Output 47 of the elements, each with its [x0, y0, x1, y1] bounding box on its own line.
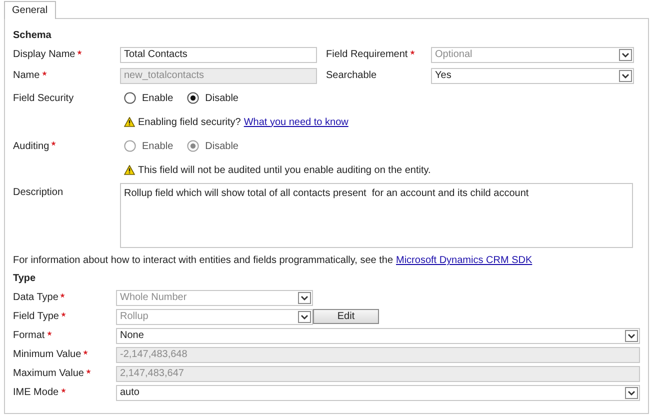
- field-label: Format: [13, 329, 45, 343]
- chevron-down-icon: [298, 292, 311, 304]
- field-label: Data Type: [13, 291, 58, 305]
- field-label: Field Type: [13, 310, 59, 324]
- radio-option[interactable]: Disable: [187, 90, 238, 106]
- section-heading: Schema: [13, 29, 52, 43]
- field-label: Minimum Value: [13, 348, 82, 362]
- dropdown-field[interactable]: None: [116, 328, 640, 344]
- field-label: Name: [13, 69, 40, 83]
- chevron-down-icon: [625, 386, 638, 398]
- warning-icon: [124, 117, 135, 127]
- dropdown-value: Whole Number: [120, 291, 187, 305]
- dropdown-field[interactable]: auto: [116, 384, 640, 400]
- notice-text: Enabling field security?: [138, 116, 241, 130]
- section-heading: Type: [13, 272, 37, 286]
- sdk-link[interactable]: Microsoft Dynamics CRM SDK: [396, 253, 532, 268]
- dropdown-value: auto: [120, 386, 140, 400]
- chevron-down-icon: [298, 310, 311, 322]
- radio-button[interactable]: [124, 92, 136, 104]
- field-label: Description: [13, 186, 64, 200]
- chevron-down-icon: [625, 330, 638, 342]
- dropdown-value: Optional: [435, 48, 472, 62]
- description-field[interactable]: Rollup field which will show total of all contacts present for an account and its child account: [120, 183, 633, 248]
- field-label: Field Security: [13, 92, 74, 106]
- chevron-down-icon: [619, 48, 632, 60]
- tab[interactable]: General: [4, 1, 56, 19]
- info-text: For information about how to interact with entities and fields programmatically, see the: [13, 254, 393, 268]
- dropdown-value: None: [120, 329, 144, 343]
- radio-label: Disable: [205, 140, 238, 154]
- field-label: Auditing: [13, 140, 50, 154]
- radio-label: Enable: [142, 92, 174, 106]
- help-link[interactable]: What you need to know: [244, 114, 348, 130]
- dropdown-value: Rollup: [120, 310, 148, 324]
- field-label: Field Requirement: [326, 48, 408, 62]
- field-label: Searchable: [326, 69, 377, 83]
- text-field[interactable]: Total Contacts: [120, 46, 317, 62]
- radio-label: Disable: [205, 92, 238, 106]
- chevron-down-icon: [619, 70, 632, 82]
- field-label: Display Name: [13, 48, 76, 62]
- radio-option[interactable]: Enable: [124, 90, 174, 106]
- radio-label: Enable: [142, 140, 174, 154]
- dropdown-value: Yes: [435, 69, 452, 83]
- field-label: Maximum Value: [13, 367, 84, 381]
- notice-text: This field will not be audited until you enable auditing on the entity.: [138, 164, 431, 178]
- radio-button[interactable]: [187, 92, 200, 104]
- warning-icon: [124, 165, 135, 175]
- field-label: IME Mode: [13, 386, 59, 400]
